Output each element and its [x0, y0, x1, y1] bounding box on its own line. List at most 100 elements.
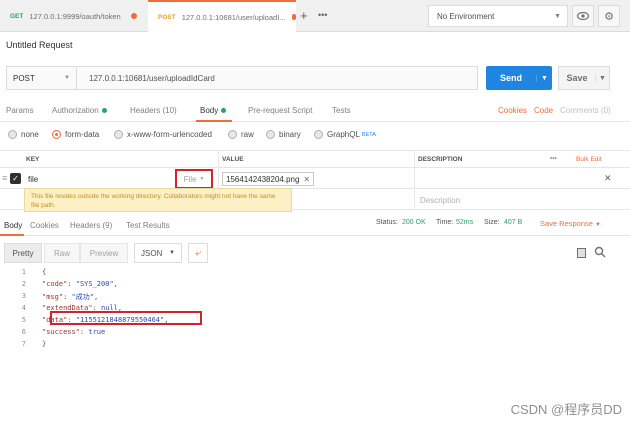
response-tab-body[interactable]: Body	[4, 221, 22, 230]
tab-body[interactable]: Body	[200, 106, 227, 115]
url-bar: POST ▼ 127.0.0.1:10681/user/uploadIdCard	[6, 66, 478, 90]
unsaved-dot-icon	[130, 13, 137, 19]
key-input[interactable]: file	[28, 175, 38, 184]
active-tab-indicator	[196, 120, 232, 122]
tab-url: 127.0.0.1:9999/oauth/token	[29, 11, 121, 21]
radio-form-data[interactable]: form-data	[52, 130, 99, 139]
description-header: DESCRIPTION	[418, 156, 463, 163]
radio-label: none	[21, 130, 39, 139]
send-label: Send	[499, 73, 522, 83]
method-select[interactable]: POST ▼	[7, 67, 77, 89]
method-label: POST	[13, 73, 35, 83]
drag-handle-icon[interactable]: ≡	[2, 173, 7, 183]
send-button[interactable]: Send ▼	[486, 66, 552, 90]
tab-url: 127.0.0.1:10681/user/uploadI...	[181, 12, 286, 22]
json-key: "code"	[42, 280, 68, 288]
radio-circle	[228, 130, 237, 139]
chevron-down-icon: ▼	[595, 222, 601, 228]
radio-none[interactable]: none	[8, 130, 39, 139]
active-tab-indicator	[0, 234, 24, 236]
request-tabs: Params Authorization Headers (10) Body P…	[0, 100, 630, 122]
column-divider	[414, 169, 415, 189]
column-divider	[218, 169, 219, 189]
radio-label: form-data	[65, 130, 100, 139]
copy-icon[interactable]	[577, 248, 586, 258]
key-header: KEY	[26, 156, 40, 163]
environment-select[interactable]: No Environment ▼	[428, 5, 568, 27]
active-dot-icon	[101, 108, 107, 113]
more-options-icon[interactable]: •••	[550, 155, 557, 162]
radio-raw[interactable]: raw	[228, 130, 254, 139]
file-chip[interactable]: 1564142438204.png ✕	[222, 172, 314, 186]
comments-link[interactable]: Comments (0)	[560, 106, 611, 115]
tab-authorization[interactable]: Authorization	[52, 106, 107, 115]
status-label: Status:	[376, 219, 398, 226]
request-title[interactable]: Untitled Request	[6, 40, 73, 50]
code-line: "msg": "成功",	[42, 293, 99, 301]
json-value: "SYS_200",	[75, 280, 118, 288]
url-input[interactable]: 127.0.0.1:10681/user/uploadIdCard	[77, 74, 215, 83]
radio-binary[interactable]: binary	[266, 130, 301, 139]
beta-badge: BETA	[361, 131, 376, 138]
bulk-edit-link[interactable]: Bulk Edit	[576, 156, 602, 163]
radio-label: binary	[279, 130, 301, 139]
tab-tests[interactable]: Tests	[332, 106, 351, 115]
highlight-box	[50, 311, 202, 325]
response-tab-headers[interactable]: Headers (9)	[70, 221, 112, 230]
new-tab-icon[interactable]: +	[300, 8, 308, 23]
json-key: "msg"	[42, 293, 64, 301]
response-tab-cookies[interactable]: Cookies	[30, 221, 59, 230]
preview-button[interactable]: Preview	[80, 243, 128, 263]
save-response-button[interactable]: Save Response ▼	[540, 219, 601, 228]
save-button[interactable]: Save ▼	[558, 66, 610, 90]
unsaved-dot-icon	[291, 14, 296, 20]
json-value: true	[88, 328, 106, 336]
radio-label: GraphQL	[327, 130, 360, 139]
remove-file-icon[interactable]: ✕	[303, 175, 310, 184]
tab-label: Authorization	[52, 106, 99, 115]
response-tab-test-results[interactable]: Test Results	[126, 221, 170, 230]
delete-row-icon[interactable]: ✕	[604, 173, 612, 184]
eye-icon[interactable]	[572, 5, 594, 27]
description-input[interactable]: Description	[420, 196, 460, 205]
code-line: "code": "SYS_200",	[42, 280, 118, 288]
search-icon[interactable]	[594, 246, 606, 260]
value-header: VALUE	[222, 156, 244, 163]
method-badge: POST	[158, 13, 176, 21]
line-number: 4	[21, 304, 26, 312]
tab-params[interactable]: Params	[6, 106, 34, 115]
tab-menu-icon[interactable]: •••	[318, 10, 327, 20]
request-tab-post[interactable]: POST 127.0.0.1:10681/user/uploadI...	[148, 0, 296, 32]
file-name: 1564142438204.png	[226, 174, 300, 184]
tab-prerequest-script[interactable]: Pre-request Script	[248, 106, 312, 115]
response-tabs: Body Cookies Headers (9) Test Results St…	[0, 216, 630, 236]
pretty-button[interactable]: Pretty	[4, 243, 42, 263]
chevron-down-icon: ▼	[554, 12, 561, 20]
cookies-link[interactable]: Cookies	[498, 106, 527, 115]
file-warning-tooltip: This file resides outside the working di…	[24, 188, 292, 212]
radio-label: x-www-form-urlencoded	[127, 130, 212, 139]
line-number: 7	[21, 340, 26, 348]
tab-bar: GET 127.0.0.1:9999/oauth/token POST 127.…	[0, 0, 630, 32]
type-label: File	[183, 174, 197, 184]
save-response-label: Save Response	[540, 219, 593, 228]
tab-headers[interactable]: Headers (10)	[130, 106, 177, 115]
gear-icon[interactable]: ⚙	[598, 5, 620, 27]
row-checkbox[interactable]: ✓	[10, 173, 21, 184]
wrap-lines-icon[interactable]: ⤶	[188, 243, 208, 263]
radio-urlencoded[interactable]: x-www-form-urlencoded	[114, 130, 212, 139]
type-select[interactable]: File ▼	[175, 169, 213, 189]
radio-label: raw	[241, 130, 254, 139]
request-tab-get[interactable]: GET 127.0.0.1:9999/oauth/token	[0, 0, 148, 32]
code-link[interactable]: Code	[534, 106, 553, 115]
radio-circle	[266, 130, 275, 139]
line-number: 1	[21, 268, 26, 276]
chevron-down-icon[interactable]: ▼	[595, 74, 609, 82]
format-select[interactable]: JSON ▼	[134, 243, 182, 263]
radio-graphql[interactable]: GraphQL BETA	[314, 130, 376, 139]
radio-circle	[114, 130, 123, 139]
chevron-down-icon[interactable]: ▼	[536, 74, 552, 82]
watermark: CSDN @程序员DD	[510, 402, 622, 417]
environment-label: No Environment	[437, 11, 495, 21]
raw-button[interactable]: Raw	[44, 243, 80, 263]
